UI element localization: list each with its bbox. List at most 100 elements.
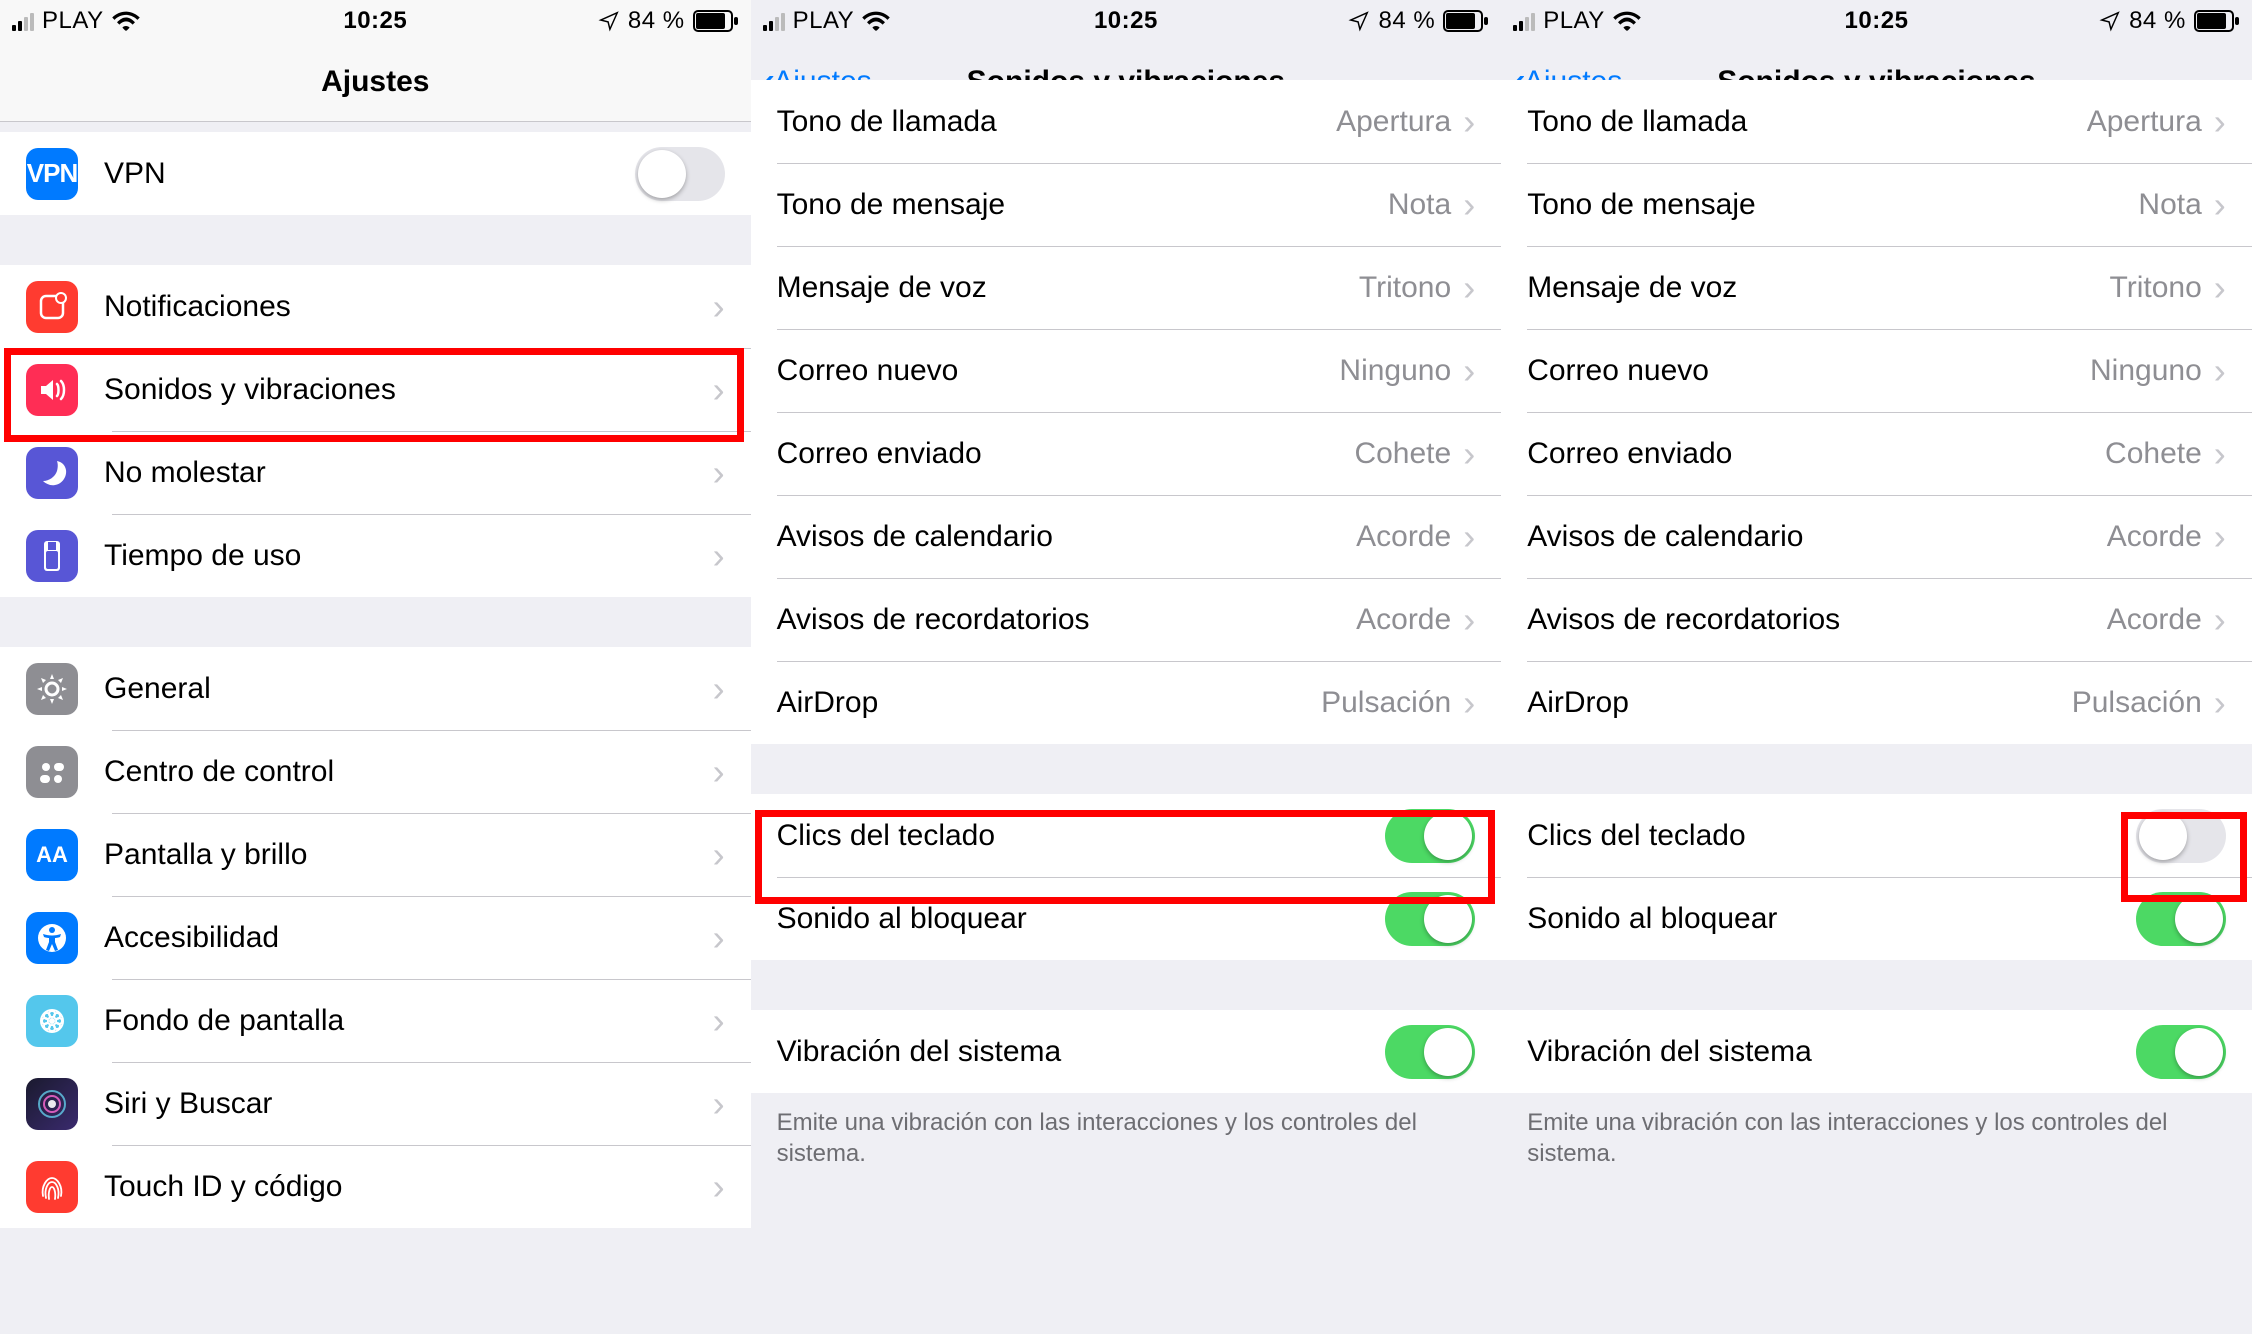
row-tono-mensaje[interactable]: Tono de mensajeNota› xyxy=(1501,163,2252,246)
row-tiempo-uso[interactable]: Tiempo de uso › xyxy=(0,514,751,597)
row-avisos-recordatorios[interactable]: Avisos de recordatoriosAcorde› xyxy=(1501,578,2252,661)
row-clics-teclado[interactable]: Clics del teclado xyxy=(751,794,1502,877)
row-fondo-pantalla[interactable]: Fondo de pantalla › xyxy=(0,979,751,1062)
chevron-right-icon: › xyxy=(713,754,725,790)
row-label: Sonido al bloquear xyxy=(777,902,1386,936)
chevron-right-icon: › xyxy=(1463,104,1475,140)
chevron-right-icon: › xyxy=(1463,602,1475,638)
row-correo-nuevo[interactable]: Correo nuevoNinguno› xyxy=(1501,329,2252,412)
battery-icon xyxy=(2194,10,2240,32)
row-value: Acorde xyxy=(2107,520,2202,554)
keyboard-clicks-toggle[interactable] xyxy=(2136,809,2226,863)
row-value: Pulsación xyxy=(1321,686,1451,720)
keyboard-clicks-toggle[interactable] xyxy=(1385,809,1475,863)
lock-sound-toggle[interactable] xyxy=(2136,892,2226,946)
row-label: Correo enviado xyxy=(777,437,1355,471)
row-mensaje-voz[interactable]: Mensaje de vozTritono › xyxy=(1501,246,2252,329)
row-value: Tritono xyxy=(2110,271,2202,305)
screentime-icon xyxy=(26,530,78,582)
settings-list[interactable]: VPN VPN Notificaciones › Sonidos y vibra… xyxy=(0,122,751,1228)
system-haptics-toggle[interactable] xyxy=(2136,1025,2226,1079)
row-general[interactable]: General › xyxy=(0,647,751,730)
row-avisos-recordatorios[interactable]: Avisos de recordatoriosAcorde› xyxy=(751,578,1502,661)
phone-screen-2: PLAY 10:25 84 % ‹ Ajustes Sonidos y vibr… xyxy=(751,0,1502,1334)
chevron-right-icon: › xyxy=(1463,187,1475,223)
chevron-right-icon: › xyxy=(1463,436,1475,472)
row-label: Notificaciones xyxy=(104,290,713,324)
chevron-right-icon: › xyxy=(713,1169,725,1205)
lock-sound-toggle[interactable] xyxy=(1385,892,1475,946)
row-label: Avisos de recordatorios xyxy=(1527,603,2107,637)
row-vibracion-sistema[interactable]: Vibración del sistema xyxy=(751,1010,1502,1093)
location-icon xyxy=(1348,10,1370,32)
row-label: Sonido al bloquear xyxy=(1527,902,2136,936)
row-pantalla-brillo[interactable]: AA Pantalla y brillo › xyxy=(0,813,751,896)
footer-text: Emite una vibración con las interaccione… xyxy=(1501,1093,2252,1169)
row-label: AirDrop xyxy=(1527,686,2072,720)
display-icon: AA xyxy=(26,829,78,881)
chevron-right-icon: › xyxy=(713,455,725,491)
row-label: Tiempo de uso xyxy=(104,539,713,573)
status-time: 10:25 xyxy=(1845,7,1909,35)
page-title: Ajustes xyxy=(321,65,429,99)
battery-label: 84 % xyxy=(628,7,685,35)
chevron-right-icon: › xyxy=(713,538,725,574)
nav-bar: Ajustes xyxy=(0,42,751,122)
general-icon xyxy=(26,663,78,715)
battery-icon xyxy=(693,10,739,32)
battery-icon xyxy=(1443,10,1489,32)
row-sonido-bloquear[interactable]: Sonido al bloquear xyxy=(751,877,1502,960)
row-siri[interactable]: Siri y Buscar › xyxy=(0,1062,751,1145)
control-center-icon xyxy=(26,746,78,798)
sounds-list[interactable]: Tono de llamadaApertura› Tono de mensaje… xyxy=(1501,80,2252,1169)
row-correo-nuevo[interactable]: Correo nuevoNinguno› xyxy=(751,329,1502,412)
row-label: Mensaje de voz xyxy=(1527,271,2109,305)
row-mensaje-voz[interactable]: Mensaje de vozTritono› xyxy=(751,246,1502,329)
row-accesibilidad[interactable]: Accesibilidad › xyxy=(0,896,751,979)
siri-icon xyxy=(26,1078,78,1130)
system-haptics-toggle[interactable] xyxy=(1385,1025,1475,1079)
status-bar: PLAY 10:25 84 % xyxy=(0,0,751,42)
row-airdrop[interactable]: AirDropPulsación › xyxy=(1501,661,2252,744)
chevron-right-icon: › xyxy=(2214,104,2226,140)
row-correo-enviado[interactable]: Correo enviadoCohete› xyxy=(751,412,1502,495)
row-vibracion-sistema[interactable]: Vibración del sistema xyxy=(1501,1010,2252,1093)
row-label: Correo enviado xyxy=(1527,437,2105,471)
row-notificaciones[interactable]: Notificaciones › xyxy=(0,265,751,348)
status-bar: PLAY 10:25 84 % xyxy=(1501,0,2252,42)
row-no-molestar[interactable]: No molestar › xyxy=(0,431,751,514)
row-tono-llamada[interactable]: Tono de llamadaApertura› xyxy=(1501,80,2252,163)
row-airdrop[interactable]: AirDropPulsación› xyxy=(751,661,1502,744)
row-label: Vibración del sistema xyxy=(1527,1035,2136,1069)
vpn-toggle[interactable] xyxy=(635,147,725,201)
chevron-right-icon: › xyxy=(2214,353,2226,389)
row-touch-id[interactable]: Touch ID y código › xyxy=(0,1145,751,1228)
row-avisos-calendario[interactable]: Avisos de calendarioAcorde› xyxy=(1501,495,2252,578)
row-sonido-bloquear[interactable]: Sonido al bloquear xyxy=(1501,877,2252,960)
row-centro-control[interactable]: Centro de control › xyxy=(0,730,751,813)
row-tono-mensaje[interactable]: Tono de mensajeNota› xyxy=(751,163,1502,246)
row-label: Tono de llamada xyxy=(1527,105,2087,139)
chevron-right-icon: › xyxy=(2214,685,2226,721)
row-clics-teclado[interactable]: Clics del teclado xyxy=(1501,794,2252,877)
row-sonidos[interactable]: Sonidos y vibraciones › xyxy=(0,348,751,431)
chevron-right-icon: › xyxy=(2214,270,2226,306)
chevron-right-icon: › xyxy=(2214,602,2226,638)
row-label: Touch ID y código xyxy=(104,1170,713,1204)
row-avisos-calendario[interactable]: Avisos de calendarioAcorde› xyxy=(751,495,1502,578)
phone-screen-3: PLAY 10:25 84 % ‹ Ajustes Sonidos y vibr… xyxy=(1501,0,2252,1334)
row-label: Correo nuevo xyxy=(777,354,1340,388)
row-label: Centro de control xyxy=(104,755,713,789)
row-correo-enviado[interactable]: Correo enviadoCohete› xyxy=(1501,412,2252,495)
row-tono-llamada[interactable]: Tono de llamadaApertura› xyxy=(751,80,1502,163)
row-label: Sonidos y vibraciones xyxy=(104,373,713,407)
row-vpn[interactable]: VPN VPN xyxy=(0,132,751,215)
row-label: Mensaje de voz xyxy=(777,271,1359,305)
wifi-icon xyxy=(862,10,890,32)
phone-screen-1: PLAY 10:25 84 % Ajustes VPN VPN xyxy=(0,0,751,1334)
row-value: Acorde xyxy=(1356,520,1451,554)
row-value: Pulsación xyxy=(2072,686,2202,720)
sounds-list[interactable]: Tono de llamadaApertura› Tono de mensaje… xyxy=(751,80,1502,1169)
row-label: Clics del teclado xyxy=(777,819,1386,853)
battery-label: 84 % xyxy=(1378,7,1435,35)
